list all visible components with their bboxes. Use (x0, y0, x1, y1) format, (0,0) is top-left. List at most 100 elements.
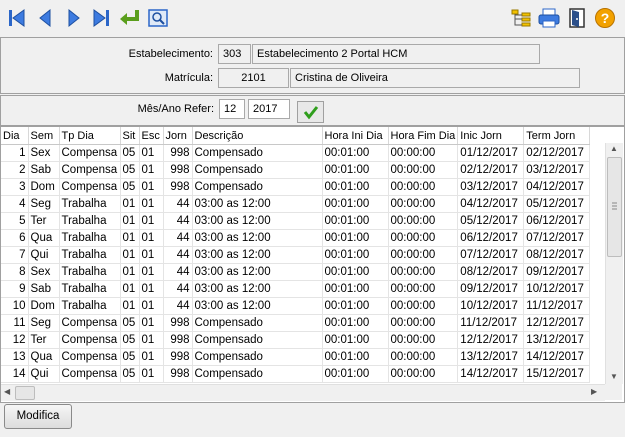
hierarchy-button[interactable] (508, 5, 534, 31)
table-cell: 11/12/2017 (523, 297, 591, 315)
table-row[interactable]: 6 Qua Trabalha 01 01 44 03:00 as 12:00 00:01:00… (1, 229, 591, 247)
table-cell: 01 (139, 144, 164, 162)
table-cell: 03:00 as 12:00 (192, 195, 323, 213)
table-row[interactable]: 13 Qua Compensa 05 01 998 Compensado 00:01:00 00… (1, 348, 591, 366)
scroll-left-icon[interactable]: ◀ (4, 387, 10, 396)
table-cell: Compensa (59, 365, 121, 383)
table-cell: 998 (163, 144, 193, 162)
first-icon (9, 9, 25, 27)
help-button[interactable]: ? (592, 5, 618, 31)
table-cell: 998 (163, 161, 193, 179)
column-header[interactable]: Hora Fim Dia (388, 127, 459, 145)
grip-icon (612, 202, 617, 210)
table-cell: 10/12/2017 (457, 297, 525, 315)
previous-record-button[interactable] (33, 5, 59, 31)
preview-button[interactable] (145, 5, 171, 31)
table-row[interactable]: 1 Sex Compensa 05 01 998 Compensado 00:01:00 00:… (1, 144, 591, 162)
table-cell: 07/12/2017 (523, 229, 591, 247)
column-header[interactable]: Esc (139, 127, 164, 145)
table-cell: 04/12/2017 (523, 178, 591, 196)
column-header[interactable]: Dia (1, 127, 29, 145)
table-cell: Trabalha (59, 263, 121, 281)
exit-button[interactable] (564, 5, 590, 31)
table-cell: 00:01:00 (322, 144, 389, 162)
hierarchy-icon (511, 9, 531, 27)
estabelecimento-code-field[interactable]: 303 (218, 44, 251, 64)
column-header[interactable]: Jorn (163, 127, 193, 145)
table-row[interactable]: 12 Ter Compensa 05 01 998 Compensado 00:01:00 00… (1, 331, 591, 349)
table-cell: Dom (28, 178, 60, 196)
table-cell: 00:00:00 (388, 331, 459, 349)
table-cell: 44 (163, 246, 193, 264)
scroll-right-icon[interactable]: ▶ (591, 387, 597, 396)
next-record-button[interactable] (60, 5, 86, 31)
toolbar: ? (0, 0, 625, 36)
table-cell: 03:00 as 12:00 (192, 212, 323, 230)
horizontal-scroll-thumb[interactable] (15, 386, 35, 400)
table-cell: Compensa (59, 348, 121, 366)
column-header[interactable]: Term Jorn (523, 127, 591, 145)
last-record-button[interactable] (88, 5, 114, 31)
table-row[interactable]: 11 Seg Compensa 05 01 998 Compensado 00:01:00 00… (1, 314, 591, 332)
table-cell: 998 (163, 314, 193, 332)
matricula-code-field[interactable]: 2101 (218, 68, 289, 88)
column-header[interactable]: Hora Ini Dia (322, 127, 389, 145)
table-cell: 00:00:00 (388, 161, 459, 179)
table-cell: 03/12/2017 (457, 178, 525, 196)
scroll-up-icon[interactable]: ▲ (610, 144, 618, 153)
table-cell: 13/12/2017 (457, 348, 525, 366)
table-cell: 3 (1, 178, 29, 196)
table-cell: Compensado (192, 365, 323, 383)
table-cell: 01 (139, 178, 164, 196)
table-cell: 00:00:00 (388, 144, 459, 162)
table-row[interactable]: 10 Dom Trabalha 01 01 44 03:00 as 12:00 00:01:0… (1, 297, 591, 315)
enter-icon (120, 10, 139, 25)
table-cell: 00:00:00 (388, 263, 459, 281)
table-cell: 00:01:00 (322, 212, 389, 230)
table-cell: Qua (28, 229, 60, 247)
horizontal-scrollbar[interactable]: ◀ ▶ (1, 384, 605, 401)
first-record-button[interactable] (4, 5, 30, 31)
table-cell: 08/12/2017 (457, 263, 525, 281)
column-header[interactable]: Sit (120, 127, 140, 145)
year-input[interactable]: 2017 (248, 99, 290, 119)
table-row[interactable]: 9 Sab Trabalha 01 01 44 03:00 as 12:00 00:01:00… (1, 280, 591, 298)
column-header[interactable]: Tp Dia (59, 127, 121, 145)
confirm-button[interactable] (297, 101, 324, 123)
table-cell: 44 (163, 212, 193, 230)
table-cell: 01 (139, 161, 164, 179)
column-header[interactable]: Inic Jorn (457, 127, 525, 145)
table-row[interactable]: 4 Seg Trabalha 01 01 44 03:00 as 12:00 00:01:00… (1, 195, 591, 213)
table-cell: 01 (139, 263, 164, 281)
table-cell: Compensado (192, 348, 323, 366)
table-row[interactable]: 3 Dom Compensa 05 01 998 Compensado 00:01:00 00:… (1, 178, 591, 196)
estabelecimento-name-field: Estabelecimento 2 Portal HCM (252, 44, 540, 64)
table-cell: Seg (28, 195, 60, 213)
table-cell: 01 (139, 331, 164, 349)
table-row[interactable]: 14 Qui Compensa 05 01 998 Compensado 00:01:00 00… (1, 365, 591, 383)
table-cell: 00:01:00 (322, 229, 389, 247)
table-cell: 12 (1, 331, 29, 349)
vertical-scrollbar[interactable]: ▲ ▼ (605, 143, 623, 384)
print-button[interactable] (536, 5, 562, 31)
table-row[interactable]: 5 Ter Trabalha 01 01 44 03:00 as 12:00 00:01:00… (1, 212, 591, 230)
table-cell: 00:01:00 (322, 263, 389, 281)
table-cell: 00:01:00 (322, 178, 389, 196)
scroll-down-icon[interactable]: ▼ (610, 372, 618, 381)
table-cell: 01/12/2017 (457, 144, 525, 162)
vertical-scroll-thumb[interactable] (607, 157, 622, 257)
table-cell: 7 (1, 246, 29, 264)
month-input[interactable]: 12 (219, 99, 245, 119)
column-header[interactable]: Descrição (192, 127, 323, 145)
matricula-name-field: Cristina de Oliveira (290, 68, 580, 88)
table-cell: 01 (139, 246, 164, 264)
column-header[interactable]: Sem (28, 127, 60, 145)
table-row[interactable]: 7 Qui Trabalha 01 01 44 03:00 as 12:00 00:01:00… (1, 246, 591, 264)
table-cell: Qui (28, 365, 60, 383)
table-row[interactable]: 2 Sab Compensa 05 01 998 Compensado 00:01:00 00:… (1, 161, 591, 179)
modify-button[interactable]: Modifica (4, 404, 72, 429)
table-cell: 00:00:00 (388, 246, 459, 264)
table-cell: 01 (139, 195, 164, 213)
table-row[interactable]: 8 Sex Trabalha 01 01 44 03:00 as 12:00 00:01:00… (1, 263, 591, 281)
enter-button[interactable] (116, 5, 142, 31)
